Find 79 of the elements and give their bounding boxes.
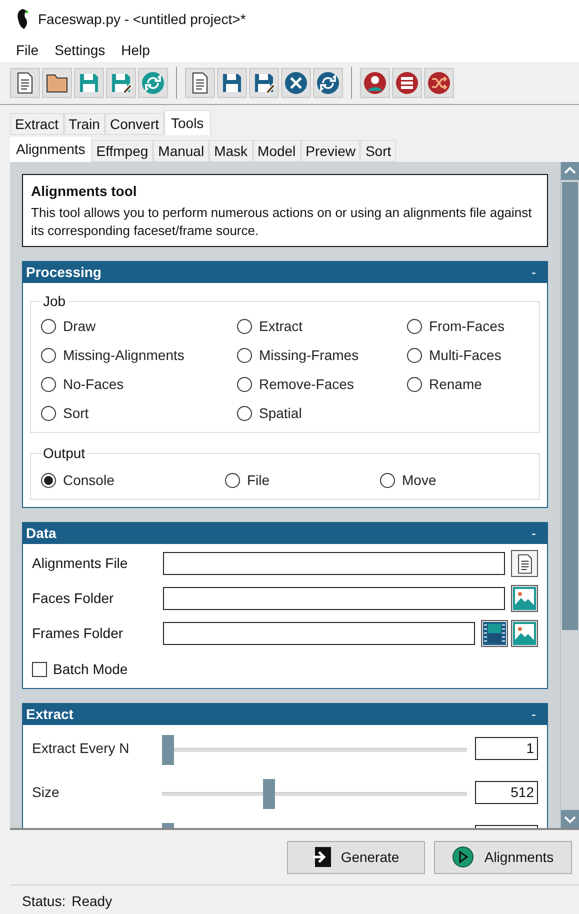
- radio-button[interactable]: Missing-Alignments: [41, 345, 237, 366]
- path-field[interactable]: [163, 552, 505, 575]
- checkbox[interactable]: Batch Mode: [32, 659, 538, 680]
- slider-thumb[interactable]: [162, 735, 174, 765]
- document-icon[interactable]: [511, 550, 538, 577]
- save-icon[interactable]: [217, 68, 247, 98]
- run-button[interactable]: Alignments: [434, 840, 572, 874]
- person-icon[interactable]: [360, 68, 390, 98]
- tab[interactable]: Manual: [153, 140, 210, 162]
- collapse-toggle[interactable]: -: [531, 704, 544, 725]
- group-label: Job: [42, 292, 67, 311]
- radio-button[interactable]: Multi-Faces: [407, 345, 529, 366]
- film-icon[interactable]: [481, 620, 508, 647]
- slider-thumb[interactable]: [262, 779, 274, 809]
- enter-icon: [312, 847, 331, 867]
- radio-button[interactable]: Draw: [41, 316, 237, 337]
- path-field[interactable]: [163, 587, 505, 610]
- tab[interactable]: Tools: [164, 110, 211, 135]
- field-label: Frames Folder: [32, 624, 124, 643]
- menu-item[interactable]: Help: [115, 40, 156, 60]
- tab[interactable]: Preview: [300, 140, 360, 162]
- scroll-down-icon[interactable]: [561, 810, 579, 828]
- tab[interactable]: Sort: [360, 140, 396, 162]
- path-field[interactable]: [163, 622, 475, 645]
- scrollbar-thumb[interactable]: [562, 182, 578, 630]
- field-label: Size: [32, 784, 60, 800]
- status-value: Ready: [72, 892, 112, 911]
- radio-button[interactable]: Extract: [237, 316, 407, 337]
- close-icon[interactable]: [281, 68, 311, 98]
- radio-button[interactable]: Console: [41, 470, 225, 491]
- section-title: Data: [26, 524, 56, 543]
- section-title: Extract: [26, 705, 74, 724]
- collapse-toggle[interactable]: -: [531, 523, 544, 544]
- refresh-icon[interactable]: [313, 68, 343, 98]
- refresh-icon[interactable]: [138, 68, 168, 98]
- group-label: Output: [42, 444, 86, 463]
- radio-button[interactable]: Missing-Frames: [237, 345, 407, 366]
- image-icon[interactable]: [511, 620, 538, 647]
- field-label: Extract Every N: [32, 740, 130, 756]
- radio-button[interactable]: No-Faces: [41, 374, 237, 395]
- menu-item[interactable]: File: [10, 40, 45, 60]
- scrollbar[interactable]: [560, 162, 579, 828]
- description-title: Alignments tool: [31, 182, 138, 201]
- radio-button[interactable]: File: [225, 470, 380, 491]
- number-field[interactable]: 512: [475, 781, 538, 804]
- app-logo-icon: [16, 9, 30, 29]
- collapse-toggle[interactable]: -: [531, 262, 544, 283]
- list-icon[interactable]: [392, 68, 422, 98]
- section-title: Processing: [26, 263, 102, 282]
- radio-button[interactable]: Spatial: [237, 403, 407, 424]
- radio-button[interactable]: From-Faces: [407, 316, 529, 337]
- slider[interactable]: [162, 735, 468, 765]
- tab[interactable]: Alignments: [10, 137, 92, 162]
- window-title: Faceswap.py - <untitled project>*: [38, 10, 246, 29]
- number-field[interactable]: 1: [475, 737, 538, 760]
- slider[interactable]: [162, 779, 468, 809]
- tab[interactable]: Extract: [10, 113, 64, 135]
- shuffle-icon[interactable]: [424, 68, 454, 98]
- scroll-up-icon[interactable]: [561, 162, 579, 180]
- save-as-icon[interactable]: [249, 68, 279, 98]
- folder-icon[interactable]: [42, 68, 72, 98]
- play-icon: [452, 846, 474, 868]
- status-label: Status:: [22, 892, 66, 911]
- field-label: Faces Folder: [32, 589, 115, 608]
- tab[interactable]: Train: [64, 113, 105, 135]
- radio-button[interactable]: Move: [380, 470, 529, 491]
- radio-button[interactable]: Sort: [41, 403, 237, 424]
- image-icon[interactable]: [511, 585, 538, 612]
- generate-button[interactable]: Generate: [287, 840, 425, 874]
- radio-button[interactable]: Rename: [407, 374, 529, 395]
- save-as-icon[interactable]: [106, 68, 136, 98]
- radio-button[interactable]: Remove-Faces: [237, 374, 407, 395]
- tab[interactable]: Mask: [209, 140, 253, 162]
- field-label: Alignments File: [32, 554, 129, 573]
- tab[interactable]: Model: [252, 140, 301, 162]
- menu-item[interactable]: Settings: [48, 40, 112, 60]
- description-text: This tool allows you to perform numerous actions on or using an alignments file against its corresponding faceset/frame source.: [31, 204, 533, 240]
- tab[interactable]: Effmpeg: [91, 140, 154, 162]
- tab[interactable]: Convert: [104, 113, 164, 135]
